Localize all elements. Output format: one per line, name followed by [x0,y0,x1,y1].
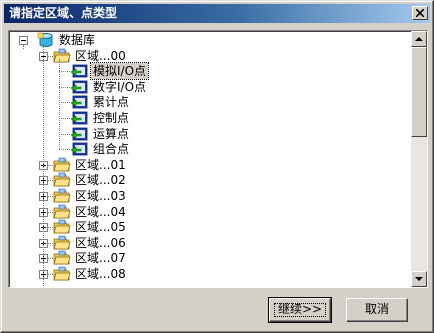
tree-region[interactable]: 区域...08 [9,266,409,282]
cancel-button[interactable]: 取消 [346,298,408,322]
region-label: 区域...00 [75,48,126,63]
region-label: 区域...06 [75,235,126,250]
point-type-icon [70,63,89,79]
region-label: 区域...03 [75,189,126,203]
folder-icon [53,219,71,235]
tree-region[interactable]: 区域...05 [9,219,409,235]
region-label: 区域...02 [75,173,126,188]
folder-icon [53,266,71,282]
point-type-icon [70,94,89,110]
tree-region[interactable]: 区域...04 [9,204,409,220]
region-label: 区域...05 [75,220,126,235]
point-type-label: 组合点 [93,142,130,157]
continue-button[interactable]: 继续>> [268,297,332,323]
arrow-down-icon [415,277,423,281]
folder-icon [53,235,71,251]
point-type-icon [70,79,89,95]
scroll-up-button[interactable] [411,31,427,47]
collapse-icon[interactable] [19,36,28,45]
point-type-label: 累计点 [93,95,130,110]
point-type-label: 模拟I/O点 [89,62,150,81]
close-icon [416,9,424,17]
region-label: 区域...08 [75,267,126,281]
folder-icon [53,204,71,220]
point-type-icon [70,141,89,157]
window-title: 请指定区域、点类型 [9,6,118,20]
database-icon [37,32,55,48]
point-type-label: 运算点 [93,126,130,141]
folder-icon [53,250,71,266]
tree-root[interactable]: 数据库 [9,32,409,48]
tree-region[interactable]: 区域...02 [9,172,409,188]
tree-region[interactable]: 区域...07 [9,250,409,266]
cancel-button-label: 取消 [364,302,389,316]
continue-button-label: 继续>> [277,302,323,316]
close-button[interactable] [412,6,428,20]
vertical-scrollbar[interactable] [411,31,427,287]
folder-icon [53,157,71,173]
dialog-window: 请指定区域、点类型 数据库 区域...00 模拟I/O点 数字I/O点 累计点 控制点 运算… [0,0,434,333]
point-type-icon [70,110,89,126]
scroll-thumb[interactable] [411,47,427,137]
folder-icon [53,172,71,188]
folder-icon [53,188,71,204]
point-type-label: 控制点 [93,111,130,125]
region-label: 区域...01 [75,157,126,172]
tree-region[interactable]: 区域...06 [9,235,409,251]
point-type-icon [70,126,89,142]
tree-region[interactable]: 区域...03 [9,188,409,204]
tree-region[interactable]: 区域...01 [9,157,409,173]
region-label: 区域...07 [75,251,126,266]
tree-region[interactable]: 区域...00 [9,48,409,64]
arrow-up-icon [415,37,423,41]
folder-icon [53,48,71,64]
point-type-label: 数字I/O点 [93,79,147,94]
region-label: 区域...04 [75,204,126,219]
region-tree[interactable]: 数据库 区域...00 模拟I/O点 数字I/O点 累计点 控制点 运算点 组合点 区域...0… [8,30,428,288]
scroll-down-button[interactable] [411,271,427,287]
tree-root-label: 数据库 [59,33,96,47]
title-bar[interactable]: 请指定区域、点类型 [4,4,430,23]
